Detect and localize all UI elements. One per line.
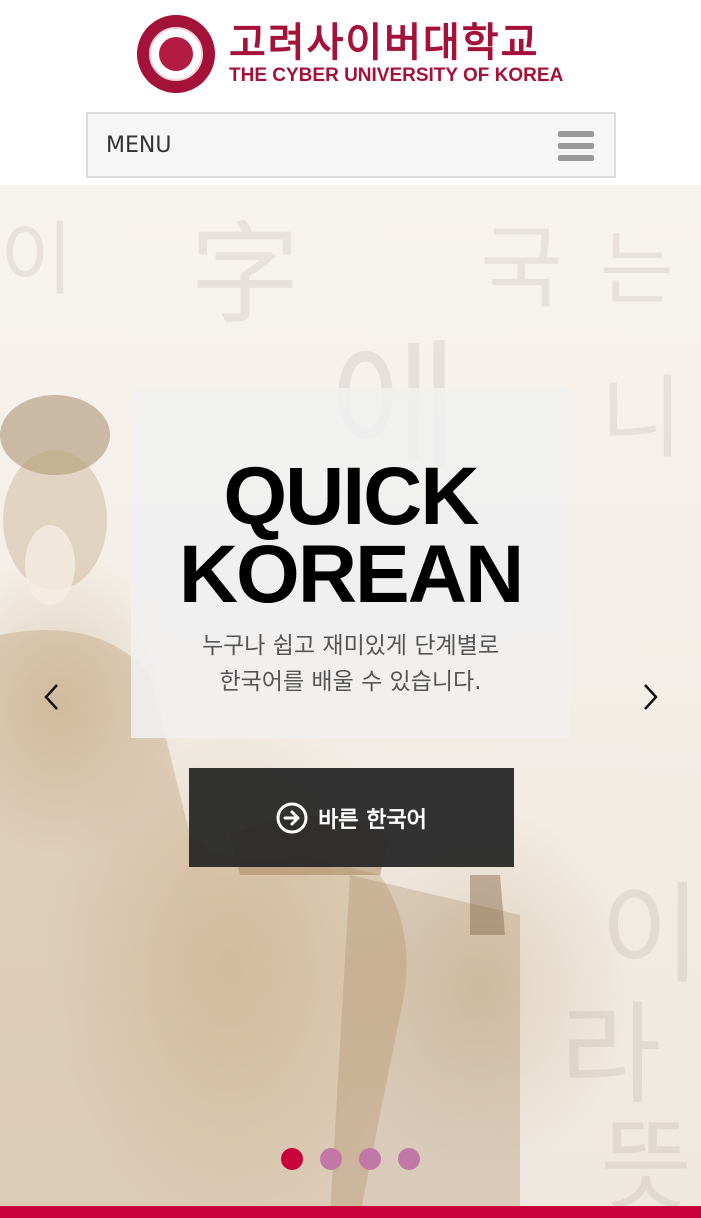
slide-dot-3[interactable] (359, 1148, 381, 1170)
chevron-left-icon[interactable] (38, 680, 66, 714)
hero-headline: QUICK KOREAN (131, 451, 570, 620)
menu-toggle-button[interactable]: MENU (86, 112, 616, 178)
slider-pagination (281, 1148, 437, 1170)
hero-slider: 字 국 는 이 에 니 이 라 뜻 QUICK KOREAN 누구나 쉽고 재미… (0, 185, 701, 1210)
menu-label: MENU (106, 133, 172, 158)
hero-content-panel: QUICK KOREAN 누구나 쉽고 재미있게 단계별로 한국어를 배울 수 … (131, 388, 570, 738)
background-glyph: 니 (600, 366, 683, 471)
site-header: 고려사이버대학교 THE CYBER UNIVERSITY OF KOREA (0, 0, 701, 100)
headline-line-1: QUICK (223, 451, 479, 542)
arrow-circle-right-icon (276, 802, 308, 833)
background-glyph: 뜻 (600, 1108, 692, 1210)
subtitle-line-2: 한국어를 배울 수 있습니다. (219, 669, 482, 695)
cta-label: 바른 한국어 (318, 807, 427, 833)
logo-english-name: THE CYBER UNIVERSITY OF KOREA (229, 65, 564, 86)
background-glyph: 는 (600, 223, 674, 316)
university-logo[interactable]: 고려사이버대학교 THE CYBER UNIVERSITY OF KOREA (137, 15, 563, 93)
chevron-right-icon[interactable] (636, 680, 664, 714)
headline-line-2: KOREAN (178, 529, 524, 620)
logo-text: 고려사이버대학교 THE CYBER UNIVERSITY OF KOREA (229, 21, 563, 87)
slide-dot-1[interactable] (281, 1148, 303, 1170)
bottom-accent-bar (0, 1206, 701, 1218)
korean-language-cta-button[interactable]: 바른 한국어 (189, 768, 514, 867)
university-seal-icon (137, 15, 215, 93)
hero-subtitle: 누구나 쉽고 재미있게 단계별로 한국어를 배울 수 있습니다. (131, 628, 570, 700)
background-glyph: 이 (0, 213, 74, 306)
slide-dot-2[interactable] (320, 1148, 342, 1170)
hamburger-icon (558, 131, 594, 161)
background-glyph: 국 (480, 216, 563, 321)
slide-dot-4[interactable] (398, 1148, 420, 1170)
logo-korean-name: 고려사이버대학교 (229, 20, 540, 66)
subtitle-line-1: 누구나 쉽고 재미있게 단계별로 (201, 633, 499, 659)
